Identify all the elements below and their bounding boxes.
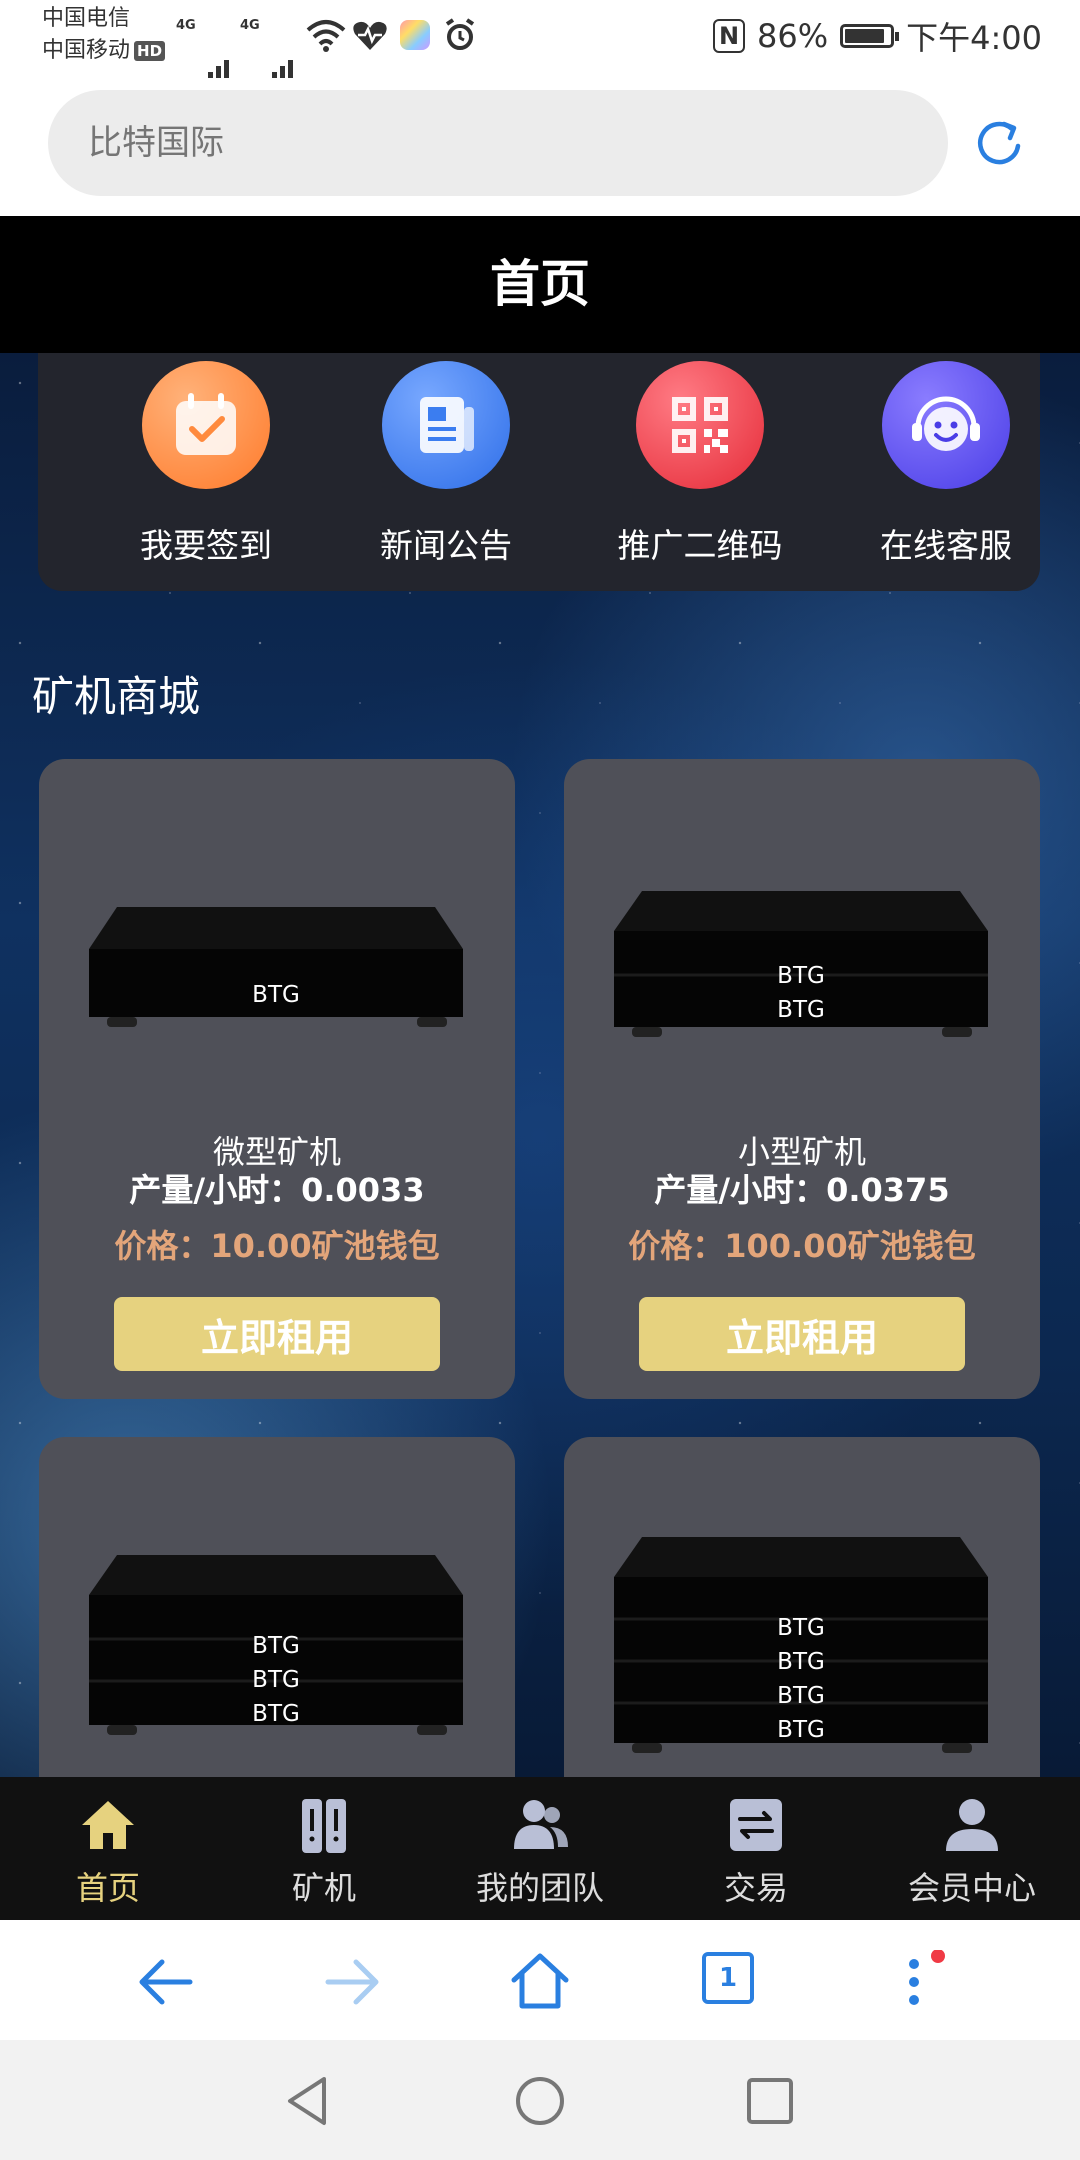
product-price: 价格：100.00矿池钱包 — [628, 1227, 976, 1265]
machine-label: BTG — [777, 1683, 825, 1709]
system-recents-icon[interactable] — [742, 2073, 798, 2129]
browser-toolbar: 1 — [0, 1920, 1080, 2040]
quick-link-label: 新闻公告 — [380, 526, 512, 565]
product-yield: 产量/小时：0.0033 — [129, 1171, 425, 1209]
product-card-medium: BTG BTG BTG — [39, 1437, 515, 1777]
product-yield: 产量/小时：0.0375 — [654, 1171, 950, 1209]
nav-label: 首页 — [75, 1869, 140, 1907]
quick-link-news[interactable]: 新闻公告 — [346, 361, 546, 567]
nav-label: 交易 — [723, 1869, 788, 1907]
system-back-icon[interactable] — [280, 2073, 336, 2129]
nav-miner[interactable]: 矿机 — [216, 1777, 432, 1920]
news-icon — [382, 361, 510, 489]
qr-code-icon — [636, 361, 764, 489]
quick-link-support[interactable]: 在线客服 — [846, 361, 1046, 567]
rent-now-button[interactable]: 立即租用 — [639, 1297, 965, 1371]
health-icon — [353, 21, 387, 50]
nav-home[interactable]: 首页 — [0, 1777, 216, 1920]
product-price: 价格：10.00矿池钱包 — [114, 1227, 440, 1265]
nav-label: 矿机 — [291, 1869, 356, 1907]
carrier-2: 中国移动 — [42, 38, 131, 63]
carrier-info: 中国电信 中国移动 HD — [42, 3, 166, 67]
url-input[interactable] — [48, 90, 948, 196]
hd-badge: HD — [134, 41, 166, 61]
clock: 下午4:00 — [906, 19, 1042, 57]
machine-label: BTG — [252, 982, 300, 1008]
calendar-check-icon — [142, 361, 270, 489]
exchange-icon — [730, 1799, 782, 1851]
bottom-nav: 首页 矿机 我的团队 交易 会员中心 — [0, 1777, 1080, 1920]
section-title: 矿机商城 — [32, 672, 201, 721]
main-content[interactable]: 我要签到 新闻公告 推广二维码 在线客服 矿机商城 BTG 微型矿机 产量/小时… — [0, 353, 1080, 1777]
back-arrow-icon[interactable] — [134, 1950, 198, 2014]
page-title: 首页 — [0, 216, 1080, 353]
miner-icon — [302, 1799, 346, 1853]
battery-icon — [840, 24, 900, 48]
carrier-1: 中国电信 — [42, 6, 131, 31]
quick-link-label: 在线客服 — [880, 526, 1012, 565]
rent-now-button[interactable]: 立即租用 — [114, 1297, 440, 1371]
machine-label: BTG — [777, 1717, 825, 1743]
alarm-icon — [445, 18, 475, 50]
nav-team[interactable]: 我的团队 — [432, 1777, 648, 1920]
mining-machine-image: BTG BTG BTG BTG — [614, 1537, 988, 1753]
tabs-button[interactable]: 1 — [702, 1952, 754, 2004]
machine-label: BTG — [777, 997, 825, 1023]
network-type-1: 4G — [176, 18, 196, 33]
team-icon — [514, 1800, 568, 1849]
nav-label: 会员中心 — [907, 1869, 1036, 1907]
user-icon — [946, 1799, 998, 1851]
mining-machine-image: BTG BTG — [614, 891, 988, 1037]
battery-percent: 86% — [757, 17, 829, 55]
quick-link-label: 推广二维码 — [617, 526, 783, 565]
machine-label: BTG — [252, 1633, 300, 1659]
status-bar: 中国电信 中国移动 HD 4G 4G N 86% 下午4:00 — [0, 0, 1080, 86]
nav-trade[interactable]: 交易 — [648, 1777, 864, 1920]
quick-link-label: 我要签到 — [140, 526, 272, 565]
nfc-icon: N — [713, 19, 745, 53]
customer-service-icon — [882, 361, 1010, 489]
reload-icon[interactable] — [972, 116, 1028, 172]
machine-label: BTG — [252, 1701, 300, 1727]
browser-url-bar — [0, 78, 1080, 216]
machine-label: BTG — [777, 963, 825, 989]
mining-machine-image: BTG — [89, 907, 463, 1027]
nav-label: 我的团队 — [475, 1869, 604, 1907]
network-type-2: 4G — [240, 18, 260, 33]
product-card-large: BTG BTG BTG BTG — [564, 1437, 1040, 1777]
product-card-small: BTG BTG 小型矿机 产量/小时：0.0375 价格：100.00矿池钱包 … — [564, 759, 1040, 1399]
machine-label: BTG — [777, 1649, 825, 1675]
forward-arrow-icon[interactable] — [320, 1950, 384, 2014]
product-card-micro: BTG 微型矿机 产量/小时：0.0033 价格：10.00矿池钱包 立即租用 — [39, 759, 515, 1399]
home-page-icon[interactable] — [508, 1950, 572, 2014]
quick-links-panel: 我要签到 新闻公告 推广二维码 在线客服 — [38, 353, 1040, 591]
wifi-icon — [306, 20, 346, 52]
status-right: N 86% 下午4:00 — [713, 14, 1042, 58]
nav-member[interactable]: 会员中心 — [864, 1777, 1080, 1920]
mining-machine-image: BTG BTG BTG — [89, 1555, 463, 1735]
quick-link-checkin[interactable]: 我要签到 — [106, 361, 306, 567]
system-nav-bar — [0, 2040, 1080, 2160]
machine-label: BTG — [777, 1615, 825, 1641]
quick-link-qrcode[interactable]: 推广二维码 — [600, 361, 800, 567]
machine-label: BTG — [252, 1667, 300, 1693]
more-menu-icon[interactable] — [882, 1950, 946, 2014]
home-icon — [82, 1801, 134, 1849]
app-notification-icon — [400, 20, 430, 50]
system-home-icon[interactable] — [512, 2073, 568, 2129]
